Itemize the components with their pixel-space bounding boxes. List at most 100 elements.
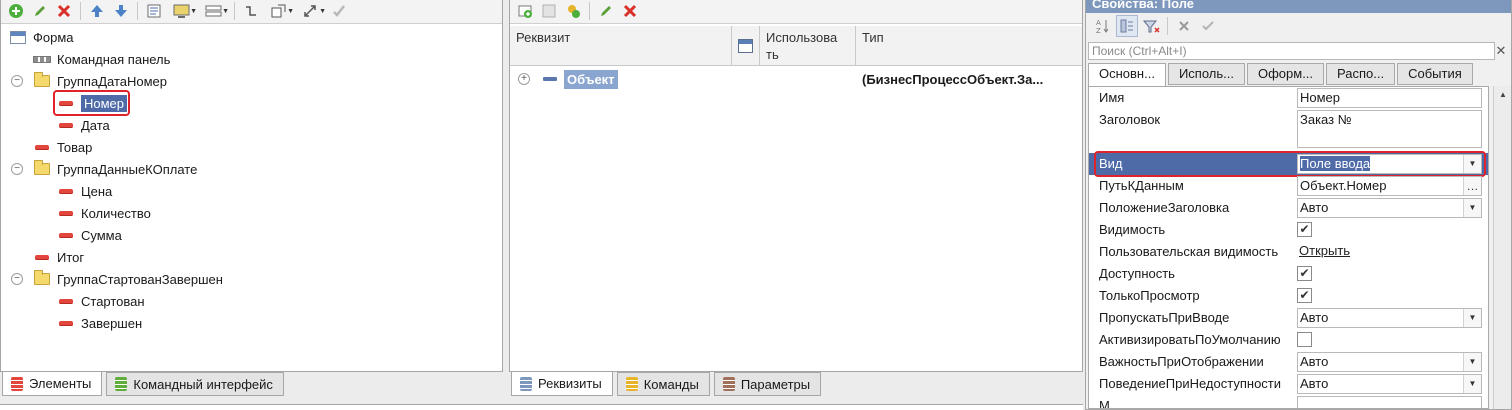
properties-tab-4[interactable]: События: [1397, 63, 1473, 85]
chevron-down-icon[interactable]: ▼: [1463, 353, 1481, 371]
property-select[interactable]: Авто ▼: [1297, 198, 1482, 218]
tree-item[interactable]: Сумма: [1, 224, 502, 246]
tab-label: Элементы: [29, 376, 92, 391]
delete-icon[interactable]: [53, 0, 75, 22]
chevron-down-icon[interactable]: ▼: [1463, 309, 1481, 327]
tab-left-0[interactable]: Элементы: [2, 372, 103, 396]
property-row: ПутьКДанным Объект.Номер…: [1089, 175, 1488, 197]
collapse-icon[interactable]: −: [11, 163, 23, 175]
cancel-icon[interactable]: [1173, 15, 1195, 37]
tree-item-label: Итог: [57, 249, 85, 265]
tree-item[interactable]: Цена: [1, 180, 502, 202]
ellipsis-icon[interactable]: …: [1463, 177, 1481, 195]
property-select[interactable]: Авто ▼: [1297, 308, 1482, 328]
add-form-attribute-icon[interactable]: [562, 0, 584, 22]
delete-attribute-icon[interactable]: [619, 0, 641, 22]
scroll-up-icon[interactable]: ▲: [1494, 86, 1512, 104]
edit-icon[interactable]: [29, 0, 51, 22]
display-mode-icon[interactable]: ▼: [167, 0, 197, 22]
property-value: Авто: [1300, 310, 1329, 325]
property-input[interactable]: Заказ №: [1297, 110, 1482, 148]
property-checkbox[interactable]: ✔: [1297, 222, 1312, 237]
property-input[interactable]: [1297, 396, 1482, 408]
property-checkbox[interactable]: ✔: [1297, 266, 1312, 281]
tree-item[interactable]: Итог: [1, 246, 502, 268]
field-icon: [57, 118, 75, 132]
properties-tab-3[interactable]: Распо...: [1326, 63, 1396, 85]
bottom-status-strip: [0, 404, 1083, 410]
sort-alpha-icon[interactable]: AZ: [1092, 15, 1114, 37]
search-clear-icon[interactable]: ✕: [1493, 43, 1509, 59]
property-label: ПропускатьПриВводе: [1099, 310, 1230, 325]
tab-label: Команды: [643, 376, 699, 392]
categorized-icon[interactable]: [1116, 15, 1138, 37]
move-up-icon[interactable]: [86, 0, 108, 22]
property-row: ПоведениеПриНедоступности Авто ▼: [1089, 373, 1488, 395]
properties-scrollbar[interactable]: ▲: [1493, 86, 1511, 409]
property-row: ПоложениеЗаголовка Авто ▼: [1089, 197, 1488, 219]
apply-icon[interactable]: [1197, 15, 1219, 37]
filter-icon[interactable]: [1140, 15, 1162, 37]
property-input[interactable]: Номер: [1297, 88, 1482, 108]
property-link[interactable]: Открыть: [1297, 242, 1482, 262]
properties-search-input[interactable]: Поиск (Ctrl+Alt+I): [1088, 42, 1495, 60]
resize-icon[interactable]: ▼: [296, 0, 326, 22]
chevron-down-icon[interactable]: ▼: [1463, 375, 1481, 393]
add-attribute-icon[interactable]: [514, 0, 536, 22]
move-down-icon[interactable]: [110, 0, 132, 22]
check-icon[interactable]: [328, 0, 350, 22]
property-input[interactable]: Объект.Номер…: [1297, 176, 1482, 196]
tree-item[interactable]: − ГруппаДанныеКОплате: [1, 158, 502, 180]
property-label: ТолькоПросмотр: [1099, 288, 1200, 303]
chevron-down-icon[interactable]: ▼: [1463, 199, 1481, 217]
property-select[interactable]: Авто ▼: [1297, 374, 1482, 394]
column-header-icon[interactable]: [732, 26, 760, 65]
properties-tab-0[interactable]: Основн...: [1088, 63, 1166, 87]
tree-item[interactable]: − ГруппаСтартованЗавершен: [1, 268, 502, 290]
property-checkbox[interactable]: ✔: [1297, 288, 1312, 303]
layout-icon[interactable]: ▼: [199, 0, 229, 22]
move-icon[interactable]: ▼: [264, 0, 294, 22]
tree-item[interactable]: Дата: [1, 114, 502, 136]
properties-toolbar: AZ: [1086, 13, 1511, 39]
tree-item[interactable]: Товар: [1, 136, 502, 158]
expand-icon[interactable]: +: [518, 73, 530, 85]
elements-tree: Форма Командная панель − ГруппаДатаНомер Ном…: [1, 26, 502, 334]
object-name: Объект: [564, 69, 618, 89]
tree-item[interactable]: − ГруппаДатаНомер: [1, 70, 502, 92]
property-label: Доступность: [1099, 266, 1175, 281]
tree-item[interactable]: Завершен: [1, 312, 502, 334]
properties-tab-1[interactable]: Исполь...: [1167, 63, 1245, 85]
field-icon: [57, 316, 75, 330]
connect-icon[interactable]: [240, 0, 262, 22]
tab-middle-1[interactable]: Команды: [616, 372, 710, 396]
add-icon[interactable]: [5, 0, 27, 22]
tree-item[interactable]: Количество: [1, 202, 502, 224]
column-header-type[interactable]: Тип: [856, 26, 1082, 65]
command-bar-icon: [33, 52, 51, 66]
edit-attribute-icon[interactable]: [595, 0, 617, 22]
table-row[interactable]: + Объект (БизнесПроцессОбъект.За...: [510, 68, 1082, 90]
properties-tab-2[interactable]: Оформ...: [1246, 63, 1325, 85]
tree-item[interactable]: Стартован: [1, 290, 502, 312]
column-header-rekvizit[interactable]: Реквизит: [510, 26, 732, 65]
field-icon: [57, 294, 75, 308]
property-row: ТолькоПросмотр ✔: [1089, 285, 1488, 307]
stack-icon: [722, 377, 735, 391]
field-icon: [57, 184, 75, 198]
property-select[interactable]: Авто ▼: [1297, 352, 1482, 372]
tree-item[interactable]: Форма: [1, 26, 502, 48]
collapse-icon[interactable]: −: [11, 273, 23, 285]
property-checkbox[interactable]: [1297, 332, 1312, 347]
tree-item[interactable]: Командная панель: [1, 48, 502, 70]
property-value: Номер: [1300, 90, 1341, 105]
list-icon[interactable]: [143, 0, 165, 22]
tree-item-label: Командная панель: [57, 51, 171, 67]
collapse-icon[interactable]: −: [11, 75, 23, 87]
property-row: Доступность ✔: [1089, 263, 1488, 285]
left-tabs-container: Элементы Командный интерфейс: [0, 372, 284, 400]
tab-middle-2[interactable]: Параметры: [713, 372, 822, 396]
tab-left-1[interactable]: Командный интерфейс: [106, 372, 284, 396]
column-header-use[interactable]: Использова ть: [760, 26, 856, 65]
tab-middle-0[interactable]: Реквизиты: [511, 372, 613, 396]
